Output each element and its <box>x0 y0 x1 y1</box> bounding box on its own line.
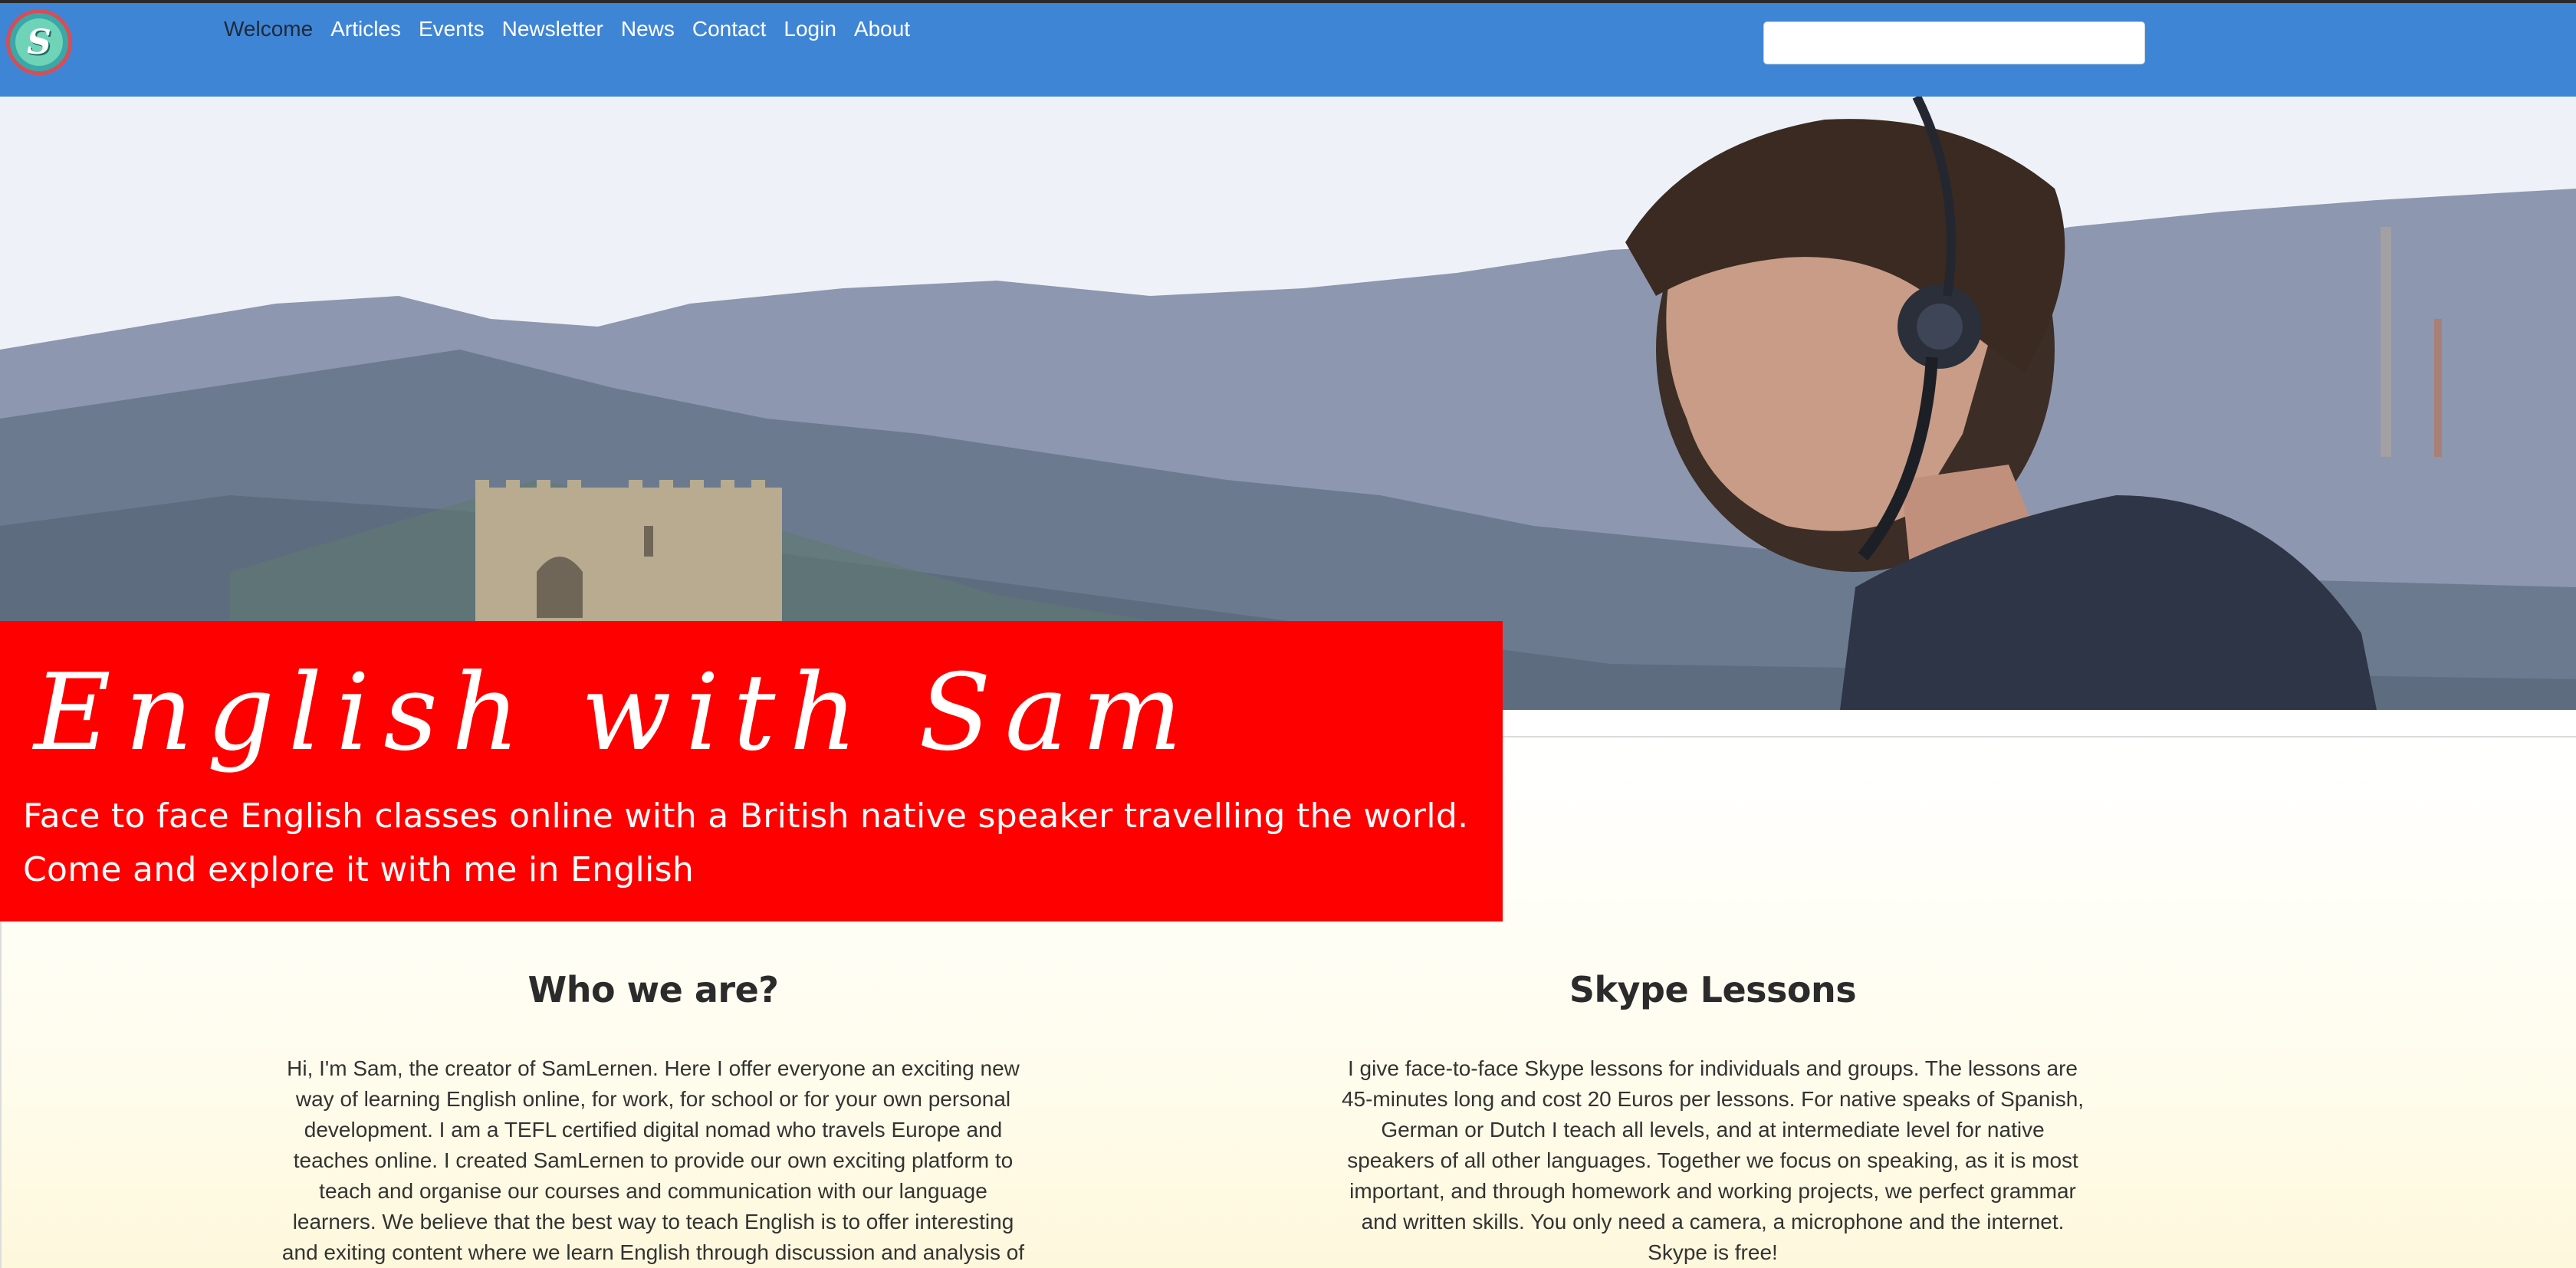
hero-title: English with Sam <box>34 651 1196 774</box>
skype-lessons-heading: Skype Lessons <box>1569 969 1857 1010</box>
hero-subtitle: Face to face English classes online with… <box>23 797 1469 889</box>
search-input[interactable] <box>1763 21 2145 64</box>
skype-lessons-section: Skype Lessons I give face-to-face Skype … <box>1337 969 2088 1268</box>
logo-letter: S <box>15 18 63 66</box>
site-logo[interactable]: S <box>6 9 72 75</box>
nav-newsletter[interactable]: Newsletter <box>502 15 603 43</box>
who-we-are-heading: Who we are? <box>527 969 779 1010</box>
nav-login[interactable]: Login <box>784 15 836 43</box>
nav-welcome[interactable]: Welcome <box>224 15 313 43</box>
nav-about[interactable]: About <box>854 15 910 43</box>
who-we-are-text: Hi, I'm Sam, the creator of SamLernen. H… <box>281 1056 1025 1264</box>
nav-events[interactable]: Events <box>419 15 485 43</box>
nav-news[interactable]: News <box>621 15 675 43</box>
hero-landscape <box>0 97 2576 710</box>
who-we-are-section: Who we are? Hi, I'm Sam, the creator of … <box>278 969 1029 1268</box>
hero-title-box: English with Sam Face to face English cl… <box>0 621 1503 921</box>
hero-image <box>0 97 2576 710</box>
nav-articles[interactable]: Articles <box>330 15 401 43</box>
nav-links: Welcome Articles Events Newsletter News … <box>224 15 928 43</box>
top-navbar: S Welcome Articles Events Newsletter New… <box>0 0 2576 97</box>
nav-contact[interactable]: Contact <box>692 15 767 43</box>
skype-lessons-text: I give face-to-face Skype lessons for in… <box>1341 1056 2085 1264</box>
